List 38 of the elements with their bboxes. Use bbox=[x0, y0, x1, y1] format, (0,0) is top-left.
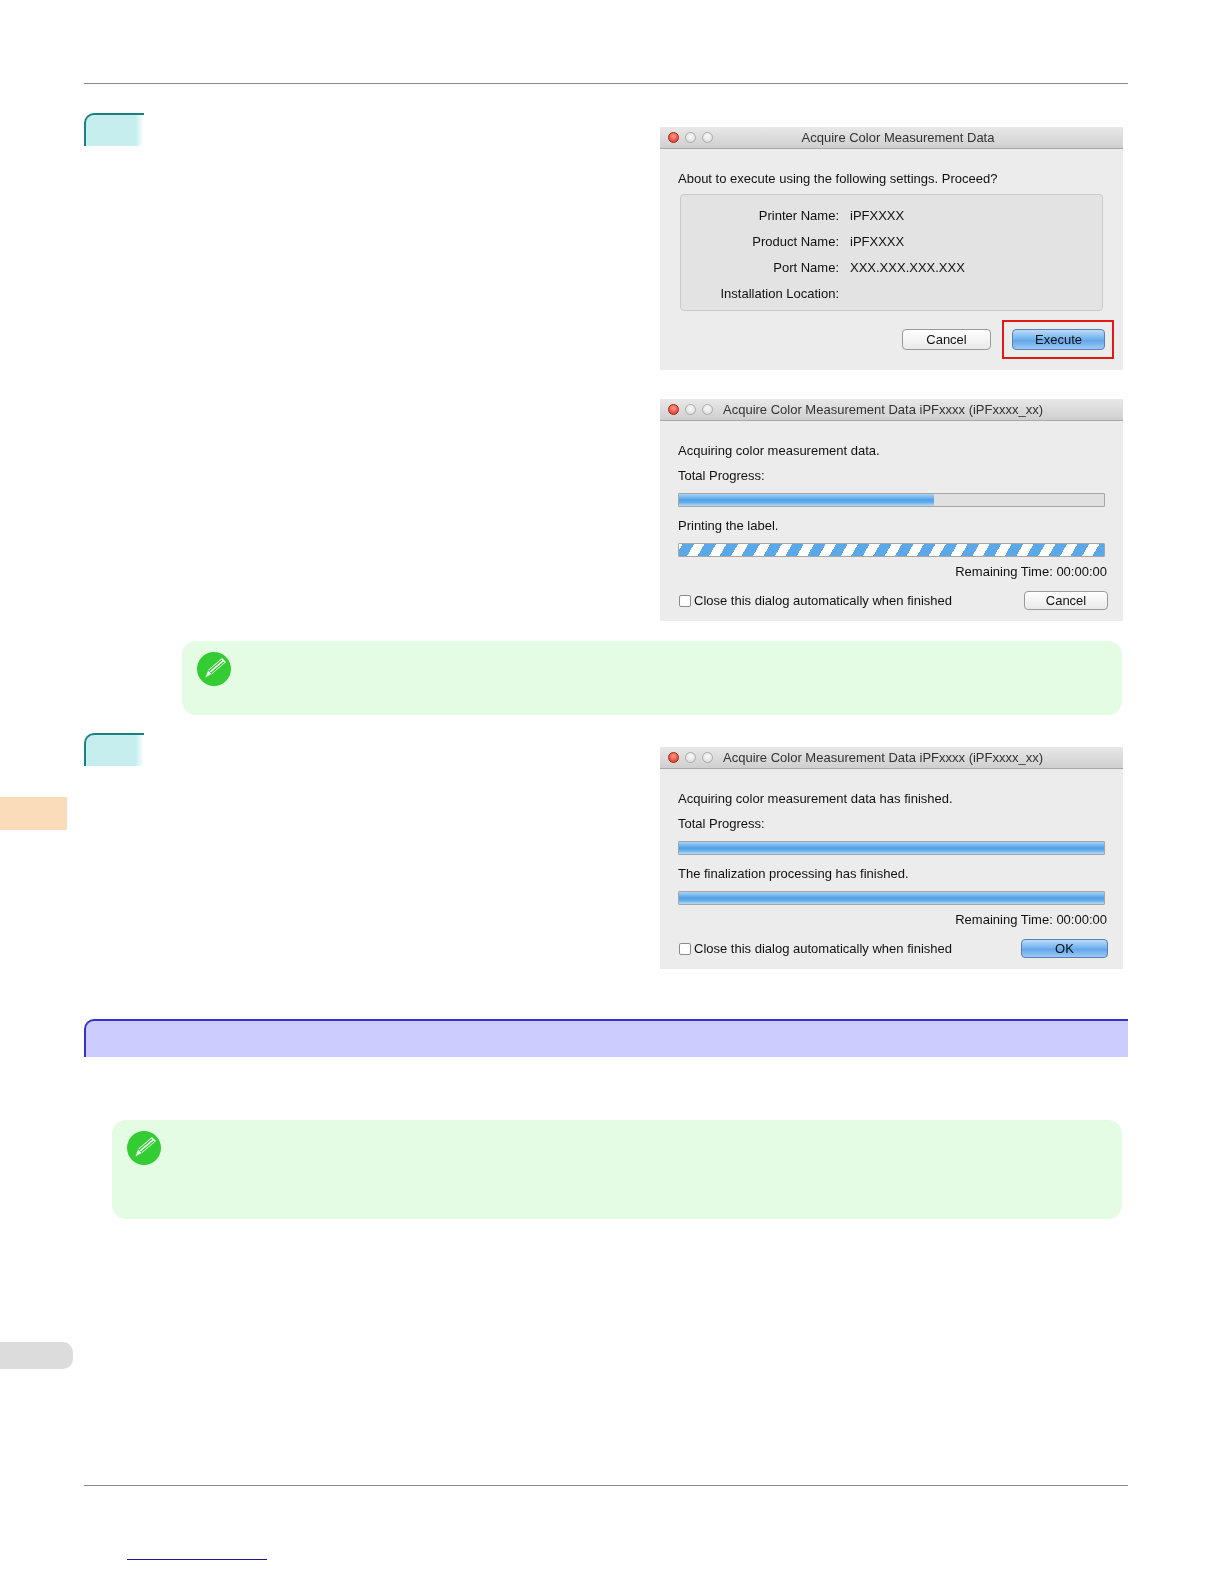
dialog-button[interactable]: Cancel bbox=[902, 329, 991, 350]
field-label: Printer Name: bbox=[757, 207, 839, 223]
field-value: XXX.XXX.XXX.XXX bbox=[850, 259, 965, 275]
field-value: iPFXXXX bbox=[850, 207, 905, 223]
checkbox-label[interactable]: Close this dialog automatically when finished bbox=[694, 941, 952, 956]
default-button[interactable]: Execute bbox=[1012, 329, 1105, 350]
progress-label: Printing the label. bbox=[678, 518, 780, 533]
zoom-button[interactable] bbox=[702, 752, 713, 763]
close-button[interactable] bbox=[668, 404, 679, 415]
field-value: iPFXXXX bbox=[850, 233, 905, 249]
field-label: Product Name: bbox=[751, 233, 839, 249]
zoom-button[interactable] bbox=[702, 404, 713, 415]
remaining-time: Remaining Time: 00:00:00 bbox=[954, 564, 1107, 579]
window-title: Acquire Color Measurement Data iPFxxxx (iPFxxxx_xx) bbox=[723, 402, 1045, 417]
checkbox[interactable] bbox=[679, 942, 691, 955]
dialog-message: About to execute using the following settings. Proceed? bbox=[678, 171, 999, 186]
status-message: Acquiring color measurement data. bbox=[678, 443, 881, 458]
field-label: Port Name: bbox=[772, 259, 839, 275]
note-icon bbox=[126, 1130, 162, 1166]
default-button[interactable]: OK bbox=[1021, 939, 1108, 958]
dialog-button[interactable]: Cancel bbox=[1024, 591, 1108, 610]
remaining-time: Remaining Time: 00:00:00 bbox=[954, 912, 1107, 927]
close-button[interactable] bbox=[668, 752, 679, 763]
window-title: Acquire Color Measurement Data iPFxxxx (iPFxxxx_xx) bbox=[723, 750, 1045, 765]
checkbox[interactable] bbox=[679, 594, 691, 607]
zoom-button[interactable] bbox=[702, 132, 713, 143]
minimize-button[interactable] bbox=[685, 752, 696, 763]
note-icon bbox=[196, 651, 232, 687]
minimize-button[interactable] bbox=[685, 132, 696, 143]
window-title: Acquire Color Measurement Data bbox=[800, 130, 996, 145]
progress-label: Total Progress: bbox=[678, 816, 766, 831]
close-button[interactable] bbox=[668, 132, 679, 143]
minimize-button[interactable] bbox=[685, 404, 696, 415]
checkbox-label[interactable]: Close this dialog automatically when finished bbox=[694, 593, 952, 608]
progress-label: The finalization processing has finished. bbox=[678, 866, 910, 881]
status-message: Acquiring color measurement data has finished. bbox=[678, 791, 954, 806]
field-label: Installation Location: bbox=[719, 285, 839, 301]
progress-label: Total Progress: bbox=[678, 468, 766, 483]
